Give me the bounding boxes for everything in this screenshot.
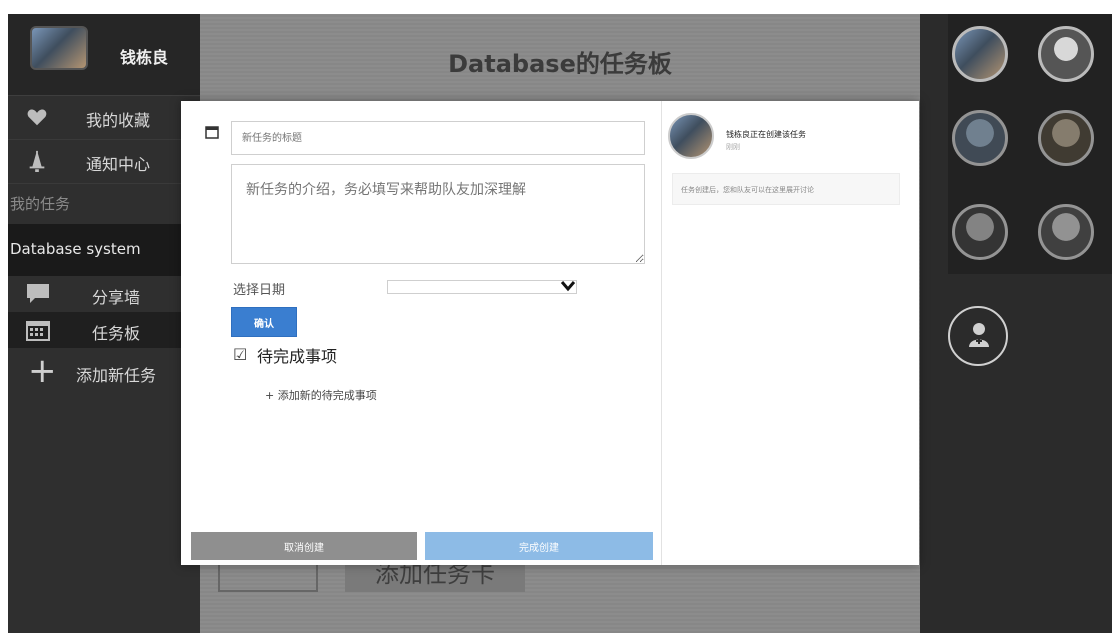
calendar-icon[interactable] — [205, 125, 219, 139]
plus-icon: + — [28, 351, 57, 391]
sidebar-item-favorites[interactable]: 我的收藏 — [8, 96, 200, 140]
add-task-button[interactable]: + 添加新任务 — [8, 348, 200, 398]
task-description-input[interactable] — [231, 164, 645, 264]
todo-title: 待完成事项 — [257, 347, 338, 366]
sidebar-item-label: 分享墙 — [92, 288, 141, 307]
chevron-down-icon — [560, 281, 576, 292]
activity-panel: 钱栋良正在创建该任务 刚刚 任务创建后，您和队友可以在这里展开讨论 — [662, 101, 919, 565]
sidebar-item-notifications[interactable]: 通知中心 — [8, 140, 200, 184]
sidebar-item-task-board[interactable]: 任务板 — [8, 312, 200, 348]
task-title-input[interactable] — [231, 121, 645, 155]
sidebar-item-label: 我的收藏 — [86, 111, 151, 130]
member-avatar[interactable] — [1038, 204, 1094, 260]
sidebar-item-label: 通知中心 — [86, 155, 151, 174]
sidebar-item-share-wall[interactable]: 分享墙 — [8, 276, 200, 312]
task-form: 选择日期 确认 ☑ 待完成事项 + 添加新的待完成事项 取消创建 完成创建 — [181, 101, 662, 565]
user-avatar — [30, 26, 88, 70]
bell-icon — [29, 150, 45, 172]
add-member-icon — [969, 323, 989, 347]
confirm-button[interactable]: 确认 — [231, 307, 297, 337]
cancel-button[interactable]: 取消创建 — [191, 532, 417, 560]
add-member-button[interactable] — [948, 306, 1008, 366]
activity-note: 任务创建后，您和队友可以在这里展开讨论 — [672, 173, 900, 205]
calendar-icon — [26, 321, 50, 341]
member-avatar[interactable] — [952, 204, 1008, 260]
member-avatar[interactable] — [1038, 110, 1094, 166]
finish-button[interactable]: 完成创建 — [425, 532, 653, 560]
member-avatar[interactable] — [1038, 26, 1094, 82]
date-label: 选择日期 — [233, 283, 286, 298]
checkbox-icon[interactable]: ☑ — [233, 345, 247, 364]
user-profile[interactable]: 钱栋良 — [8, 14, 200, 96]
sidebar-item-project[interactable]: Database system — [8, 224, 200, 276]
add-todo-link[interactable]: + 添加新的待完成事项 — [265, 387, 377, 403]
member-avatar[interactable] — [952, 26, 1008, 82]
sidebar: 钱栋良 我的收藏 通知中心 我的任务 Database system 分享墙 任… — [8, 14, 200, 633]
project-name: Database system — [10, 240, 141, 258]
user-name: 钱栋良 — [120, 48, 169, 67]
activity-time: 刚刚 — [726, 143, 740, 151]
member-avatar[interactable] — [952, 110, 1008, 166]
date-select[interactable] — [387, 280, 577, 294]
my-tasks-heading: 我的任务 — [10, 195, 71, 213]
speech-bubble-icon — [27, 284, 49, 303]
sidebar-item-label: 任务板 — [92, 324, 141, 343]
activity-avatar — [668, 113, 714, 159]
create-task-modal: 选择日期 确认 ☑ 待完成事项 + 添加新的待完成事项 取消创建 完成创建 钱栋… — [181, 101, 919, 565]
heart-icon — [27, 109, 47, 126]
add-task-label: 添加新任务 — [76, 366, 157, 385]
activity-text: 钱栋良正在创建该任务 — [726, 130, 806, 139]
board-title: Database的任务板 — [448, 50, 672, 78]
members-panel — [920, 14, 1112, 633]
